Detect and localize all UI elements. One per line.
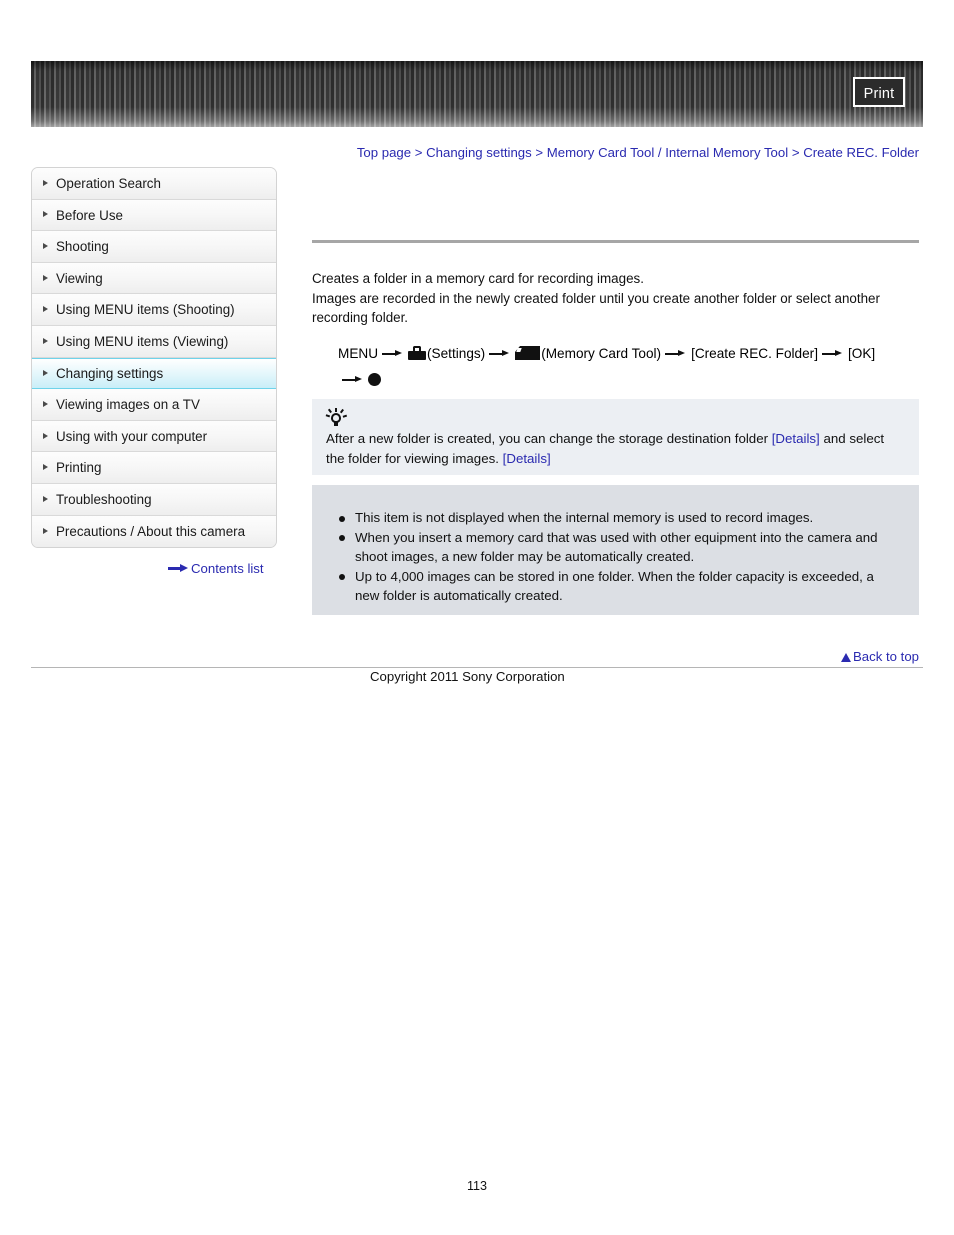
sidebar-item-label: Before Use — [56, 207, 123, 223]
back-to-top-label: Back to top — [853, 649, 919, 664]
footer-divider — [31, 667, 923, 668]
right-arrow-icon — [342, 375, 364, 385]
chevron-right-icon — [43, 369, 48, 376]
memory-card-tool-label: (Memory Card Tool) — [541, 345, 662, 361]
create-rec-folder-label: [Create REC. Folder] — [691, 345, 818, 361]
sidebar-item-viewing-images-on-a-tv[interactable]: Viewing images on a TV — [32, 389, 276, 421]
sidebar-item-label: Precautions / About this camera — [56, 523, 246, 539]
copyright-text: Copyright 2011 Sony Corporation — [370, 669, 565, 684]
chevron-right-icon — [43, 337, 48, 344]
sidebar-item-troubleshooting[interactable]: Troubleshooting — [32, 483, 276, 516]
sidebar-item-label: Using MENU items (Shooting) — [56, 302, 235, 318]
sidebar-item-label: Printing — [56, 460, 102, 476]
chevron-right-icon — [43, 464, 48, 471]
chevron-right-icon — [43, 274, 48, 281]
memory-card-icon — [515, 345, 541, 360]
description-paragraph-2: Images are recorded in the newly created… — [312, 290, 880, 326]
sidebar-item-printing[interactable]: Printing — [32, 452, 276, 484]
breadcrumb-item-create-rec-folder[interactable]: Create REC. Folder — [803, 145, 919, 160]
right-arrow-icon — [489, 349, 511, 359]
right-arrow-icon — [821, 349, 844, 359]
sidebar-navigation: Operation Search Before Use Shooting Vie… — [31, 167, 277, 549]
ok-label: [OK] — [847, 345, 876, 361]
chevron-right-icon — [43, 432, 48, 439]
sidebar-item-label: Operation Search — [56, 176, 161, 191]
note-item: This item is not displayed when the inte… — [334, 508, 897, 528]
triangle-up-icon — [841, 653, 852, 662]
breadcrumb-separator: > — [535, 145, 544, 160]
sidebar-item-before-use[interactable]: Before Use — [32, 199, 276, 232]
lightbulb-icon — [325, 408, 347, 428]
sidebar-item-viewing[interactable]: Viewing — [32, 262, 276, 295]
note-item: When you insert a memory card that was u… — [334, 528, 897, 567]
right-arrow-icon — [665, 349, 687, 359]
breadcrumb-item-changing-settings[interactable]: Changing settings — [426, 145, 532, 160]
note-item: Up to 4,000 images can be stored in one … — [334, 567, 897, 606]
sidebar-item-label: Using with your computer — [56, 428, 208, 444]
tip-text: After a new folder is created, you can c… — [326, 429, 905, 468]
content-divider — [312, 240, 919, 243]
tip-box: After a new folder is created, you can c… — [312, 399, 919, 475]
chevron-right-icon — [43, 495, 48, 502]
sidebar-item-label: Changing settings — [56, 365, 164, 381]
details-link-1[interactable]: [Details] — [772, 431, 820, 446]
page-header-banner: Print — [31, 61, 923, 127]
description-paragraph-1: Creates a folder in a memory card for re… — [312, 271, 644, 286]
sidebar-item-label: Using MENU items (Viewing) — [56, 333, 229, 349]
contents-list-label: Contents list — [191, 561, 264, 576]
details-link-2[interactable]: [Details] — [503, 451, 551, 466]
sidebar-item-label: Viewing — [56, 270, 103, 286]
contents-list-link[interactable]: Contents list — [168, 561, 264, 576]
sidebar-item-label: Shooting — [56, 239, 109, 255]
sidebar-item-using-with-your-computer[interactable]: Using with your computer — [32, 420, 276, 453]
sidebar-item-label: Troubleshooting — [56, 491, 152, 507]
tip-text-part-1: After a new folder is created, you can c… — [326, 431, 772, 446]
print-button[interactable]: Print — [853, 77, 905, 107]
breadcrumb: Top page > Changing settings > Memory Ca… — [351, 143, 919, 162]
chevron-right-icon — [43, 527, 48, 534]
breadcrumb-separator: > — [414, 145, 423, 160]
chevron-right-icon — [43, 306, 48, 313]
shutter-button-icon — [368, 372, 381, 386]
page-number: 113 — [466, 1179, 488, 1193]
right-arrow-icon — [168, 564, 188, 573]
chevron-right-icon — [43, 400, 48, 407]
toolbox-icon — [408, 345, 427, 360]
sidebar-item-using-menu-items-shooting[interactable]: Using MENU items (Shooting) — [32, 294, 276, 326]
notes-box: This item is not displayed when the inte… — [312, 485, 919, 615]
right-arrow-icon — [382, 349, 404, 359]
breadcrumb-item-top-page[interactable]: Top page — [357, 145, 411, 160]
chevron-right-icon — [43, 242, 48, 249]
sidebar-item-operation-search[interactable]: Operation Search — [32, 168, 276, 200]
notes-list: This item is not displayed when the inte… — [334, 508, 897, 606]
sidebar-item-label: Viewing images on a TV — [56, 397, 200, 413]
settings-label: (Settings) — [427, 345, 486, 361]
sidebar-item-changing-settings[interactable]: Changing settings — [32, 357, 276, 390]
main-content: Creates a folder in a memory card for re… — [312, 240, 919, 393]
breadcrumb-separator: > — [791, 145, 800, 160]
menu-path-instruction: MENU (Settings) (Memory Card Tool) [Create … — [312, 341, 919, 393]
chevron-right-icon — [43, 179, 48, 186]
sidebar-item-using-menu-items-viewing[interactable]: Using MENU items (Viewing) — [32, 325, 276, 358]
sidebar-item-precautions-about-this-camera[interactable]: Precautions / About this camera — [32, 515, 276, 548]
breadcrumb-item-memory-card-tool[interactable]: Memory Card Tool / Internal Memory Tool — [547, 145, 788, 160]
back-to-top-link[interactable]: Back to top — [841, 649, 919, 664]
chevron-right-icon — [43, 211, 48, 218]
sidebar-item-shooting[interactable]: Shooting — [32, 231, 276, 263]
menu-label: MENU — [338, 345, 379, 361]
